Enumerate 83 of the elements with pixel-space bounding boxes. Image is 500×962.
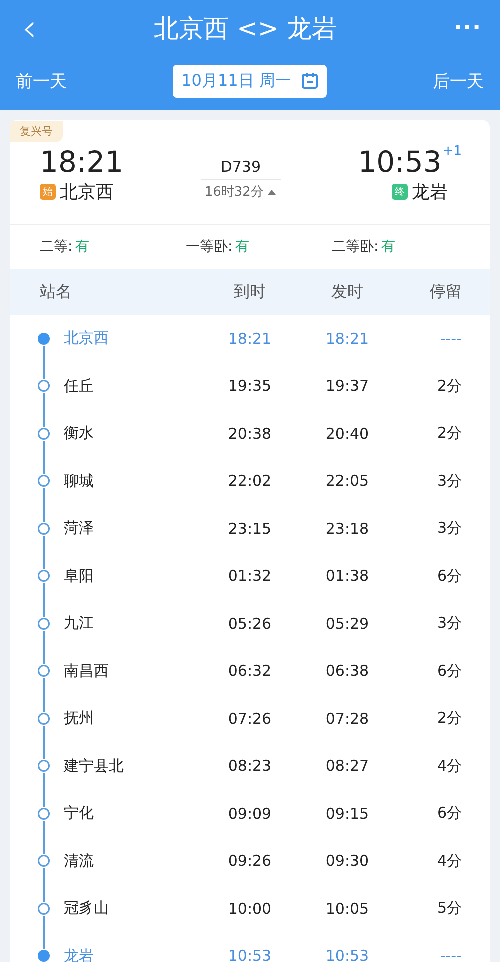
column-header: 停留 bbox=[429, 282, 462, 302]
column-header: 到时 bbox=[233, 282, 267, 302]
departure-cell-text: 10:53 bbox=[324, 947, 370, 962]
station-name: 任丘 bbox=[64, 376, 95, 396]
station-name: 聊城 bbox=[64, 472, 95, 491]
previous-day-link[interactable]: 前一天 bbox=[16, 70, 67, 92]
train-number: D739 bbox=[200, 158, 281, 180]
station-name: 九江 bbox=[64, 614, 95, 634]
seat-class: 二等: bbox=[40, 238, 73, 256]
stop-duration-cell-text: 2分 bbox=[436, 376, 462, 396]
stop-duration-cell-text: 3分 bbox=[436, 472, 462, 491]
departure-station: 北京西 bbox=[60, 181, 114, 204]
stop-duration-cell-text: 3分 bbox=[436, 519, 462, 538]
date-picker[interactable]: 10月11日 周一 bbox=[172, 64, 328, 98]
arrival-cell-text: 09:09 bbox=[227, 804, 273, 823]
seat-availability: 有 bbox=[76, 238, 90, 256]
arrival-cell-text: 08:23 bbox=[227, 757, 273, 776]
arrival-cell-text: 06:32 bbox=[227, 662, 273, 680]
station-name: 清流 bbox=[64, 852, 95, 871]
departure-cell-text: 09:15 bbox=[324, 804, 370, 823]
arrival-time: 10:53 bbox=[358, 144, 442, 180]
stop-duration-cell-text: 2分 bbox=[436, 709, 462, 728]
next-day-link[interactable]: 后一天 bbox=[433, 70, 484, 92]
end-tag: 终 bbox=[392, 184, 408, 200]
duration-toggle[interactable]: 16时32分 bbox=[204, 180, 277, 201]
station-name: 建宁县北 bbox=[64, 756, 125, 776]
day-offset: +1 bbox=[442, 144, 462, 159]
departure-cell-text: 18:21 bbox=[324, 330, 370, 348]
departure-cell-text: 09:30 bbox=[324, 852, 370, 870]
train-type-badge: 复兴号 bbox=[10, 121, 63, 142]
arrival-cell-text: 07:26 bbox=[227, 710, 273, 728]
back-button[interactable]: ‹ bbox=[22, 9, 38, 47]
station-name: 宁化 bbox=[64, 804, 95, 824]
seat-availability: 有 bbox=[236, 238, 250, 256]
seat-class: 一等卧: bbox=[186, 238, 233, 256]
departure-cell-text: 22:05 bbox=[324, 472, 370, 490]
departure-cell-text: 10:05 bbox=[324, 900, 370, 918]
station-name: 抚州 bbox=[64, 709, 95, 728]
column-header: 发时 bbox=[330, 282, 364, 302]
arrival-cell-text: 01:32 bbox=[227, 567, 273, 586]
stop-duration-cell-text: 4分 bbox=[436, 852, 462, 871]
departure-cell-text: 06:38 bbox=[324, 662, 370, 680]
seat-class: 二等卧: bbox=[332, 238, 379, 256]
arrival-cell-text: 10:53 bbox=[227, 947, 273, 962]
column-header: 站名 bbox=[40, 282, 73, 302]
arrival-cell-text: 19:35 bbox=[227, 377, 273, 396]
departure-cell-text: 07:28 bbox=[324, 710, 370, 728]
stop-duration-cell-text: 6分 bbox=[436, 566, 462, 586]
arrival-station: 龙岩 bbox=[412, 181, 448, 204]
route-title: 北京西 <> 龙岩 bbox=[154, 12, 337, 44]
seat-availability: 有 bbox=[382, 238, 396, 256]
arrival-cell-text: 09:26 bbox=[227, 852, 273, 870]
arrival-cell-text: 23:15 bbox=[227, 520, 273, 538]
station-name: 北京西 bbox=[64, 329, 110, 348]
stop-duration-cell-text: 6分 bbox=[436, 662, 462, 681]
stop-duration-cell-text: 2分 bbox=[436, 424, 462, 444]
departure-cell-text: 23:18 bbox=[324, 520, 370, 538]
arrival-cell-text: 10:00 bbox=[227, 900, 273, 918]
more-button[interactable]: ··· bbox=[454, 16, 482, 40]
station-name: 阜阳 bbox=[64, 566, 95, 586]
arrival-cell-text: 20:38 bbox=[227, 424, 273, 443]
departure-time: 18:21 bbox=[40, 144, 124, 180]
station-name: 菏泽 bbox=[64, 519, 95, 538]
departure-cell-text: 20:40 bbox=[324, 424, 370, 443]
departure-cell-text: 01:38 bbox=[324, 567, 370, 586]
stop-duration-cell-text: 5分 bbox=[436, 899, 462, 918]
stop-duration-cell-text: ---- bbox=[439, 947, 462, 962]
arrival-cell-text: 05:26 bbox=[227, 614, 273, 633]
arrival-cell-text: 22:02 bbox=[227, 472, 273, 490]
stop-duration-cell-text: 6分 bbox=[436, 804, 462, 824]
departure-cell-text: 08:27 bbox=[324, 757, 370, 776]
station-name: 冠豸山 bbox=[64, 899, 110, 918]
start-tag: 始 bbox=[40, 184, 56, 200]
stop-duration-cell-text: ---- bbox=[439, 330, 462, 348]
up-triangle-icon bbox=[266, 188, 277, 196]
stop-duration-cell-text: 3分 bbox=[436, 614, 462, 634]
station-name: 南昌西 bbox=[64, 662, 110, 681]
stop-duration-cell-text: 4分 bbox=[436, 756, 462, 776]
departure-cell-text: 05:29 bbox=[324, 614, 370, 633]
departure-cell-text: 19:37 bbox=[324, 377, 370, 396]
calendar-icon bbox=[301, 72, 320, 90]
station-name: 衡水 bbox=[64, 424, 95, 444]
arrival-cell-text: 18:21 bbox=[227, 330, 273, 348]
